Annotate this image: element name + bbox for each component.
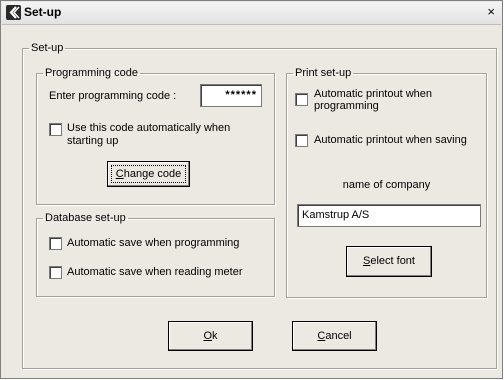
setup-group-legend: Set-up <box>31 42 64 54</box>
app-logo-icon <box>6 5 21 20</box>
auto-print-saving-checkbox[interactable] <box>295 134 308 147</box>
auto-save-programming-label: Automatic save when programming <box>67 237 240 249</box>
cancel-label: ancel <box>325 330 352 342</box>
enter-code-label: Enter programming code : <box>49 90 177 102</box>
auto-save-reading-label: Automatic save when reading meter <box>67 266 243 278</box>
programming-code-legend: Programming code <box>45 67 138 79</box>
select-font-button[interactable]: Select font <box>346 246 432 277</box>
programming-code-input[interactable]: ****** <box>200 84 262 107</box>
database-setup-legend: Database set-up <box>45 212 126 224</box>
print-setup-legend: Print set-up <box>295 67 352 79</box>
auto-use-code-label-line1: Use this code automatically when <box>67 122 231 134</box>
select-font-label: elect font <box>370 255 415 267</box>
focus-ring <box>111 165 186 183</box>
auto-save-programming-checkbox[interactable] <box>49 237 62 250</box>
cancel-mnemonic: C <box>317 330 326 342</box>
ok-button[interactable]: Ok <box>168 321 253 351</box>
ok-mnemonic: O <box>203 330 213 342</box>
select-font-mnemonic: S <box>363 255 371 267</box>
cancel-button[interactable]: Cancel <box>292 321 377 351</box>
database-setup-group: Database set-up <box>36 212 275 297</box>
auto-print-programming-checkbox[interactable] <box>295 93 308 106</box>
auto-print-saving-label: Automatic printout when saving <box>314 134 467 146</box>
window-title: Set-up <box>24 5 62 19</box>
auto-print-programming-label-line2: programming <box>314 100 379 112</box>
setup-dialog: Set-up × Set-up Programming code Enter p… <box>0 0 503 379</box>
change-code-button[interactable]: Change code <box>107 161 190 187</box>
company-name-input[interactable]: Kamstrup A/S <box>297 204 481 227</box>
close-icon[interactable]: × <box>487 4 495 19</box>
auto-use-code-label-line2: starting up <box>67 135 119 147</box>
auto-use-code-checkbox[interactable] <box>49 123 62 136</box>
company-name-label: name of company <box>342 179 431 191</box>
auto-print-programming-label-line1: Automatic printout when <box>314 88 433 100</box>
title-bar[interactable]: Set-up × <box>2 2 501 25</box>
ok-label: k <box>212 330 218 342</box>
auto-save-reading-checkbox[interactable] <box>49 266 62 279</box>
